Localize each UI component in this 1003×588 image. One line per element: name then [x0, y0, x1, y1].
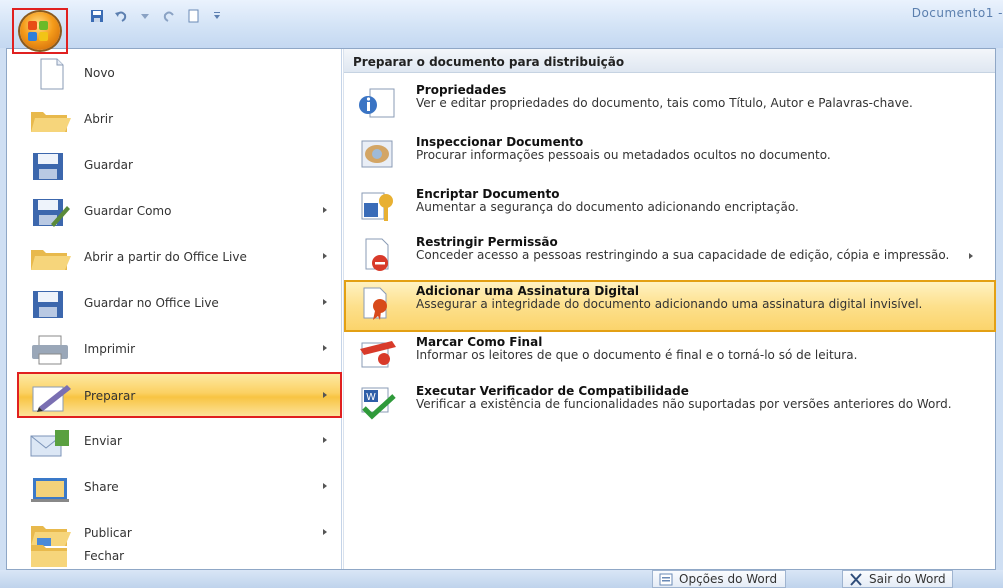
encrypt-key-icon — [361, 192, 393, 221]
submenu-item-title: Encriptar Documento — [416, 187, 560, 201]
quick-access-toolbar — [90, 6, 224, 26]
office-button[interactable] — [12, 8, 68, 54]
submenu-item-desc: Aumentar a segurança do documento adicio… — [416, 200, 799, 214]
save-disk-icon — [33, 153, 63, 180]
prepare-submenu: Preparar o documento para distribuição P… — [343, 49, 996, 569]
menu-item-label: Imprimir — [84, 342, 136, 356]
submenu-item-verificador-compatibilidade[interactable]: W Executar Verificador de Compatibilidad… — [344, 384, 996, 430]
redo-icon[interactable] — [162, 9, 176, 23]
submenu-item-propriedades[interactable]: Propriedades Ver e editar propriedades d… — [344, 83, 996, 129]
menu-item-guardar-como[interactable]: Guardar Como — [7, 189, 342, 235]
submenu-item-desc: Conceder acesso a pessoas restringindo a… — [416, 248, 950, 262]
open-folder-icon — [31, 112, 71, 132]
dropdown-small-icon[interactable] — [138, 9, 152, 23]
new-doc-icon[interactable] — [186, 9, 200, 23]
menu-item-guardar-office-live[interactable]: Guardar no Office Live — [7, 281, 342, 327]
submenu-item-assinatura-digital[interactable]: Adicionar uma Assinatura Digital Assegur… — [344, 280, 996, 332]
submenu-arrow-icon — [323, 483, 327, 489]
word-options-label: Opções do Word — [679, 572, 778, 586]
word-options-button[interactable]: Opções do Word — [652, 570, 787, 588]
restrict-permission-icon — [365, 238, 389, 271]
title-bar: Documento1 - — [0, 0, 1003, 48]
submenu-arrow-icon — [323, 299, 327, 305]
menu-footer: Opções do Word Sair do Word — [0, 570, 1003, 588]
menu-item-fechar[interactable]: Fechar — [7, 523, 342, 569]
menu-item-share[interactable]: Share — [7, 465, 342, 511]
mark-final-icon — [360, 341, 396, 368]
submenu-arrow-icon — [323, 392, 327, 398]
menu-item-label: Enviar — [84, 434, 122, 448]
open-folder-icon — [31, 250, 71, 270]
digital-signature-icon — [363, 287, 387, 320]
close-folder-icon — [31, 545, 67, 567]
office-menu: Novo Abrir Guardar Guardar Como Abrir a … — [6, 48, 996, 570]
submenu-item-desc: Ver e editar propriedades do documento, … — [416, 96, 913, 110]
share-icon — [31, 478, 69, 502]
submenu-item-title: Inspeccionar Documento — [416, 135, 584, 149]
menu-item-enviar[interactable]: Enviar — [7, 419, 342, 465]
menu-item-label: Novo — [84, 66, 115, 80]
menu-item-preparar[interactable]: Preparar — [17, 372, 342, 418]
submenu-item-title: Executar Verificador de Compatibilidade — [416, 384, 689, 398]
submenu-arrow-icon — [969, 253, 973, 259]
close-icon — [850, 573, 862, 586]
customize-qat-icon[interactable] — [210, 9, 224, 23]
submenu-item-title: Adicionar uma Assinatura Digital — [416, 284, 640, 298]
exit-word-label: Sair do Word — [869, 572, 946, 586]
submenu-arrow-icon — [323, 253, 327, 259]
submenu-item-title: Propriedades — [416, 83, 507, 97]
menu-item-abrir[interactable]: Abrir — [7, 97, 342, 143]
menu-item-label: Abrir a partir do Office Live — [84, 250, 247, 264]
submenu-item-title: Marcar Como Final — [416, 335, 543, 349]
submenu-item-desc: Informar os leitores de que o documento … — [416, 348, 858, 362]
office-menu-commands: Novo Abrir Guardar Guardar Como Abrir a … — [7, 49, 342, 569]
prepare-pen-icon — [32, 385, 71, 412]
menu-item-label: Preparar — [84, 389, 136, 403]
menu-item-label: Guardar no Office Live — [84, 296, 219, 310]
submenu-item-desc: Verificar a existência de funcionalidade… — [416, 397, 952, 411]
save-disk-icon — [33, 291, 63, 318]
menu-item-guardar[interactable]: Guardar — [7, 143, 342, 189]
properties-icon — [359, 88, 395, 118]
new-document-icon — [40, 58, 64, 90]
submenu-heading: Preparar o documento para distribuição — [344, 49, 995, 73]
menu-item-abrir-office-live[interactable]: Abrir a partir do Office Live — [7, 235, 342, 281]
submenu-item-encriptar[interactable]: Encriptar Documento Aumentar a segurança… — [344, 187, 996, 229]
save-icon[interactable] — [90, 9, 104, 23]
inspect-icon — [361, 140, 393, 168]
save-as-icon — [33, 199, 70, 227]
submenu-arrow-icon — [323, 207, 327, 213]
menu-item-label: Guardar Como — [84, 204, 172, 218]
menu-item-novo[interactable]: Novo — [7, 51, 342, 97]
menu-item-label: Fechar — [84, 549, 125, 563]
menu-item-label: Guardar — [84, 158, 133, 172]
printer-icon — [32, 335, 68, 365]
compatibility-check-icon: W — [361, 387, 396, 420]
options-icon — [659, 573, 673, 586]
document-title: Documento1 - — [911, 6, 1003, 20]
submenu-item-inspeccionar[interactable]: Inspeccionar Documento Procurar informaç… — [344, 135, 996, 181]
exit-word-button[interactable]: Sair do Word — [842, 570, 953, 588]
submenu-arrow-icon — [323, 437, 327, 443]
menu-item-label: Abrir — [84, 112, 114, 126]
undo-icon[interactable] — [114, 9, 128, 23]
submenu-item-title: Restringir Permissão — [416, 235, 558, 249]
menu-item-label: Share — [84, 480, 119, 494]
submenu-item-marcar-final[interactable]: Marcar Como Final Informar os leitores d… — [344, 335, 996, 381]
submenu-item-restringir[interactable]: Restringir Permissão Conceder acesso a p… — [344, 235, 996, 281]
office-logo-icon — [20, 12, 60, 50]
send-icon — [30, 430, 69, 457]
svg-text:W: W — [366, 392, 376, 403]
submenu-arrow-icon — [323, 345, 327, 351]
submenu-item-desc: Assegurar a integridade do documento adi… — [416, 297, 923, 311]
menu-item-imprimir[interactable]: Imprimir — [7, 327, 342, 373]
submenu-item-desc: Procurar informações pessoais ou metadad… — [416, 148, 831, 162]
